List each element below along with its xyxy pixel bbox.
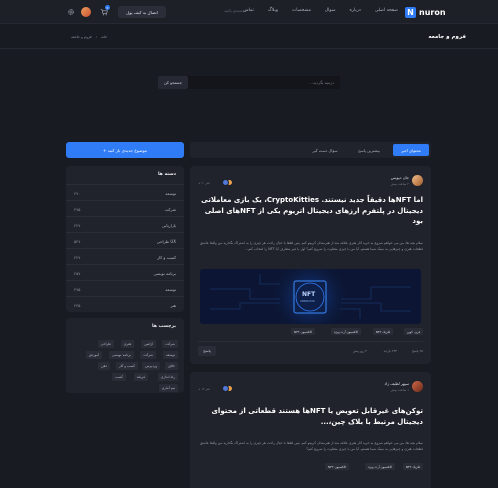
new-topic-button[interactable]: موضوع جدیدی باز کنید + bbox=[66, 142, 184, 158]
post-age: ۳ روز پیش bbox=[352, 349, 367, 353]
tag-chip[interactable]: خلاق bbox=[165, 362, 178, 370]
post-tag[interactable]: فلزیک NFT bbox=[402, 463, 423, 470]
tag-chip[interactable]: وردپرس bbox=[142, 362, 160, 370]
forum-tabs: محتوای اخیر بیشترین پاسخ سؤال دست گیر bbox=[190, 142, 431, 158]
logo-mark: N bbox=[405, 6, 416, 18]
category-row[interactable]: هنر ۲۳۵ bbox=[66, 296, 184, 314]
tab-recent[interactable]: محتوای اخیر bbox=[393, 144, 429, 156]
connect-wallet-button[interactable]: اتصال به کیف پول bbox=[118, 6, 166, 18]
category-count: ۲۳۵ bbox=[74, 303, 81, 308]
nav-item-home[interactable]: صفحه اصلی bbox=[375, 8, 398, 13]
category-count: ۵۲۷ bbox=[74, 239, 81, 244]
tag-chip[interactable]: کسب bbox=[112, 373, 126, 381]
category-name: هنر bbox=[170, 303, 176, 308]
post-tag[interactable]: فلزیک NFT bbox=[372, 328, 393, 335]
tag-chip[interactable]: آموزش bbox=[85, 351, 102, 359]
participants-count: + ۲۰ نفر bbox=[198, 181, 210, 185]
post-tag[interactable]: کلکسیون NFT bbox=[324, 463, 349, 470]
category-count: ۲۷۵ bbox=[74, 207, 81, 212]
category-name: توسعه bbox=[165, 287, 176, 292]
author-name[interactable]: جان دیویس bbox=[391, 175, 409, 180]
tag-chip[interactable]: ذهن bbox=[98, 362, 110, 370]
tag-chip[interactable]: کسب و کار bbox=[115, 362, 138, 370]
tag-chip[interactable]: طراحی bbox=[97, 340, 114, 348]
post-title[interactable]: توکن‌های غیرقابل تعویض یا NFTها هستند قط… bbox=[198, 406, 423, 427]
post-card: سپهر لطیف زاد ۱ ساعت پیش + ۱۲ نفر توکن‌ه… bbox=[190, 372, 431, 488]
breadcrumb-home[interactable]: خانه bbox=[101, 35, 107, 39]
nav-item-about[interactable]: درباره bbox=[349, 8, 360, 13]
category-count: ۲۵۷ bbox=[74, 271, 81, 276]
post-divider bbox=[198, 341, 423, 342]
tab-unanswered[interactable]: سؤال دست گیر bbox=[305, 144, 345, 156]
tag-chip[interactable]: شرکت bbox=[140, 351, 156, 359]
category-count: ۲۷۰ bbox=[74, 191, 81, 196]
author-name[interactable]: سپهر لطیف زاد bbox=[384, 381, 409, 386]
post-excerpt: سلام بچه ها، من می خواهم شروع به خرید آث… bbox=[200, 241, 423, 252]
post-tag[interactable]: قرن، کوین bbox=[403, 328, 423, 335]
main-nav: صفحه اصلی درباره سوال مشخصات وبلاگ تماس bbox=[243, 8, 398, 13]
post-time: ۲ ساعت پیش bbox=[390, 182, 409, 186]
nav-item-specs[interactable]: مشخصات bbox=[292, 8, 311, 13]
participant-avatar bbox=[222, 385, 229, 392]
user-avatar[interactable] bbox=[81, 7, 91, 17]
participant-avatar bbox=[222, 179, 229, 186]
search-button[interactable]: جستجو کن bbox=[158, 76, 188, 89]
tag-chip[interactable]: هنری bbox=[120, 340, 134, 348]
category-name: UX طراحی bbox=[156, 239, 176, 244]
breadcrumb-current: فروم و جامعه bbox=[71, 35, 92, 39]
breadcrumb: خانه ‹ فروم و جامعه bbox=[71, 35, 107, 39]
author-avatar[interactable] bbox=[412, 381, 423, 392]
tag-chip[interactable]: شرکت bbox=[162, 340, 178, 348]
category-count: ۲۲۷ bbox=[74, 255, 81, 260]
nav-item-question[interactable]: سوال bbox=[325, 8, 336, 13]
tag-chip[interactable]: برنامه نویسی bbox=[109, 351, 134, 359]
categories-title: دسته ها bbox=[157, 172, 176, 177]
view-count: ۲۴۳ بازدید bbox=[383, 349, 397, 353]
tag-chip[interactable]: فریلند bbox=[133, 373, 148, 381]
post-time: ۱ ساعت پیش bbox=[390, 388, 409, 392]
category-name: توسعه bbox=[165, 191, 176, 196]
settings-icon[interactable] bbox=[67, 8, 75, 16]
categories-card: دسته ها توسعه ۲۷۰ شرکت ۲۷۵ بازاریابی ۲۲۷ UX… bbox=[66, 166, 184, 312]
category-name: برنامه نویسی bbox=[153, 271, 176, 276]
site-logo[interactable]: N nuron bbox=[405, 6, 446, 18]
page-title: فروم و جامعه bbox=[428, 34, 466, 40]
nft-caption: GENERATOR bbox=[300, 300, 315, 303]
participants-count: + ۱۲ نفر bbox=[198, 387, 210, 391]
reply-button[interactable]: پاسخ bbox=[198, 346, 216, 356]
category-name: شرکت bbox=[164, 207, 176, 212]
tag-chip[interactable]: تیم آماری bbox=[158, 384, 178, 392]
post-card: جان دیویس ۲ ساعت پیش + ۲۰ نفر اما NFTها … bbox=[190, 166, 431, 364]
header-divider bbox=[0, 48, 498, 49]
logo-text: nuron bbox=[419, 7, 446, 17]
category-name: کسب و کار bbox=[157, 255, 176, 260]
category-count: ۲۲۷ bbox=[74, 223, 81, 228]
post-image: NFT GENERATOR bbox=[200, 269, 421, 324]
post-title[interactable]: اما NFTها دقیقاً جدید نیستند. CryptoKitt… bbox=[198, 195, 423, 227]
post-tag[interactable]: کلکسیون آرت ویژه bbox=[331, 328, 361, 335]
tag-chip[interactable]: اژانس bbox=[141, 340, 156, 348]
tags-title: برچسب ها bbox=[152, 324, 176, 329]
category-count: ۲۷۵ bbox=[74, 287, 81, 292]
nft-label: NFT bbox=[302, 291, 316, 298]
post-excerpt: سلام بچه ها، من می خواهم شروع به خرید آث… bbox=[200, 441, 423, 452]
cart-count-badge: 0 bbox=[105, 5, 110, 10]
reply-count: ۲۵ پاسخ bbox=[411, 349, 423, 353]
post-tag[interactable]: کلکسیون آرت ویژه bbox=[365, 463, 395, 470]
search-placeholder: درمیه بگردید... bbox=[309, 79, 334, 85]
tags-card: برچسب ها شرکت اژانس هنری طراحی توسعه شرک… bbox=[66, 318, 184, 393]
header-search-input[interactable]: جستجو بکنید bbox=[175, 8, 245, 13]
category-name: بازاریابی bbox=[161, 223, 176, 228]
author-avatar[interactable] bbox=[412, 175, 423, 186]
tab-most-replies[interactable]: بیشترین پاسخ bbox=[349, 144, 389, 156]
post-tag[interactable]: کلکسیون NFT bbox=[290, 328, 315, 335]
breadcrumb-separator: ‹ bbox=[95, 35, 98, 39]
tag-chip[interactable]: راه اندازی bbox=[157, 373, 178, 381]
nav-item-blog[interactable]: وبلاگ bbox=[268, 8, 278, 13]
tag-chip[interactable]: توسعه bbox=[163, 351, 178, 359]
